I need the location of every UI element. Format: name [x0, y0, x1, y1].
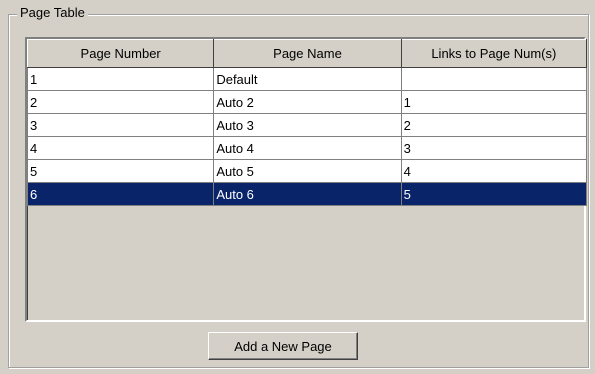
add-new-page-button[interactable]: Add a New Page — [208, 332, 358, 360]
cell-page-name[interactable]: Auto 6 — [213, 182, 402, 206]
cell-page-number[interactable]: 5 — [26, 159, 215, 183]
table-row[interactable]: 3 Auto 3 2 — [26, 113, 588, 137]
table-row[interactable]: 2 Auto 2 1 — [26, 90, 588, 114]
cell-page-number[interactable]: 4 — [26, 136, 215, 160]
table-row[interactable]: 5 Auto 5 4 — [26, 159, 588, 183]
table-row[interactable]: 1 Default — [26, 67, 588, 91]
page-table: Page Number Page Name Links to Page Num(… — [26, 39, 588, 206]
table-row[interactable]: 4 Auto 4 3 — [26, 136, 588, 160]
cell-page-name[interactable]: Auto 5 — [213, 159, 402, 183]
cell-page-name[interactable]: Auto 3 — [213, 113, 402, 137]
group-title: Page Table — [17, 4, 88, 22]
cell-links[interactable]: 2 — [400, 113, 588, 137]
cell-links[interactable]: 4 — [400, 159, 588, 183]
header-links[interactable]: Links to Page Num(s) — [400, 39, 588, 68]
cell-links[interactable]: 1 — [400, 90, 588, 114]
cell-page-number[interactable]: 2 — [26, 90, 215, 114]
cell-page-name[interactable]: Auto 4 — [213, 136, 402, 160]
table-row-selected[interactable]: 6 Auto 6 5 — [26, 182, 588, 206]
header-page-name[interactable]: Page Name — [213, 39, 402, 68]
page-table-frame: Page Number Page Name Links to Page Num(… — [25, 37, 588, 322]
cell-page-name[interactable]: Auto 2 — [213, 90, 402, 114]
header-page-number[interactable]: Page Number — [26, 39, 215, 68]
cell-page-number[interactable]: 3 — [26, 113, 215, 137]
table-header-row: Page Number Page Name Links to Page Num(… — [26, 39, 588, 68]
cell-links[interactable]: 5 — [400, 182, 588, 206]
cell-page-number[interactable]: 1 — [26, 67, 215, 91]
cell-page-name[interactable]: Default — [213, 67, 402, 91]
cell-links[interactable]: 3 — [400, 136, 588, 160]
cell-links[interactable] — [400, 67, 588, 91]
cell-page-number[interactable]: 6 — [26, 182, 215, 206]
